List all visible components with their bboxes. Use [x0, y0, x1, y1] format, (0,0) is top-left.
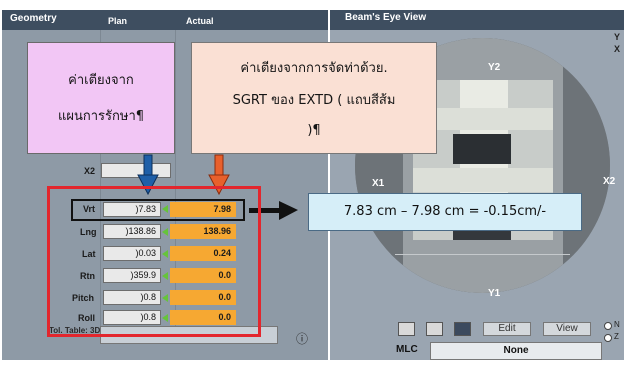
vrt-row-highlight — [71, 199, 245, 221]
vertical-difference-calculation: 7.83 cm – 7.98 cm = -0.15cm/- — [308, 193, 582, 231]
